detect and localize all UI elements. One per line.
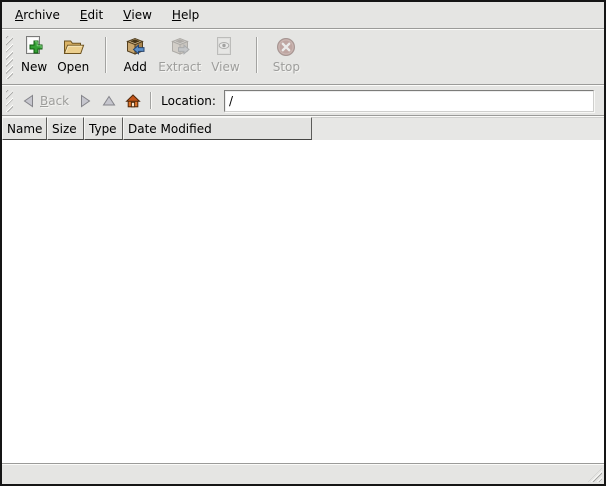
file-list-header: Name Size Type Date Modified — [2, 117, 604, 140]
open-archive-icon — [61, 35, 85, 59]
column-header-filler — [312, 117, 604, 140]
new-button-label: New — [21, 60, 47, 74]
menubar: Archive Edit View Help — [2, 2, 604, 28]
menu-edit[interactable]: Edit — [70, 2, 113, 28]
menu-archive[interactable]: Archive — [5, 2, 70, 28]
extract-icon — [168, 35, 192, 59]
view-button[interactable]: View — [206, 33, 244, 76]
column-header-date-modified[interactable]: Date Modified — [123, 117, 312, 140]
home-icon — [125, 93, 141, 109]
column-header-type[interactable]: Type — [84, 117, 123, 140]
forward-arrow-icon — [77, 93, 93, 109]
toolbar-separator — [105, 37, 106, 73]
column-header-size[interactable]: Size — [47, 117, 84, 140]
navigation-bar: Back Location: — [2, 86, 604, 115]
stop-icon — [274, 35, 298, 59]
add-files-icon — [123, 35, 147, 59]
navbar-separator — [150, 92, 151, 109]
view-button-label: View — [211, 60, 239, 74]
new-button[interactable]: New — [16, 33, 52, 76]
forward-button[interactable] — [73, 91, 97, 111]
open-button-label: Open — [57, 60, 89, 74]
view-file-icon — [213, 35, 237, 59]
up-button[interactable] — [97, 91, 121, 111]
add-button[interactable]: Add — [117, 33, 153, 76]
back-arrow-icon — [21, 93, 37, 109]
new-archive-icon — [22, 35, 46, 59]
stop-button-label: Stop — [273, 60, 300, 74]
toolbar-separator — [256, 37, 257, 73]
up-arrow-icon — [101, 93, 117, 109]
navbar-grip-handle[interactable] — [6, 90, 13, 112]
location-label: Location: — [161, 94, 216, 108]
main-toolbar: New Open Add — [2, 30, 604, 84]
resize-grip[interactable] — [588, 468, 602, 482]
menu-help[interactable]: Help — [162, 2, 209, 28]
location-input[interactable] — [224, 90, 594, 112]
add-button-label: Add — [124, 60, 147, 74]
open-button[interactable]: Open — [52, 33, 94, 76]
stop-button[interactable]: Stop — [268, 33, 305, 76]
back-button-label: Back — [40, 94, 69, 108]
home-button[interactable] — [121, 91, 145, 111]
menu-view[interactable]: View — [113, 2, 162, 28]
file-list[interactable] — [2, 140, 604, 463]
back-button[interactable]: Back — [17, 91, 73, 111]
column-header-name[interactable]: Name — [2, 117, 47, 140]
extract-button[interactable]: Extract — [153, 33, 206, 76]
extract-button-label: Extract — [158, 60, 201, 74]
toolbar-grip-handle[interactable] — [6, 36, 13, 79]
archive-manager-window: Archive Edit View Help New Open — [0, 0, 606, 486]
status-bar — [2, 463, 604, 484]
